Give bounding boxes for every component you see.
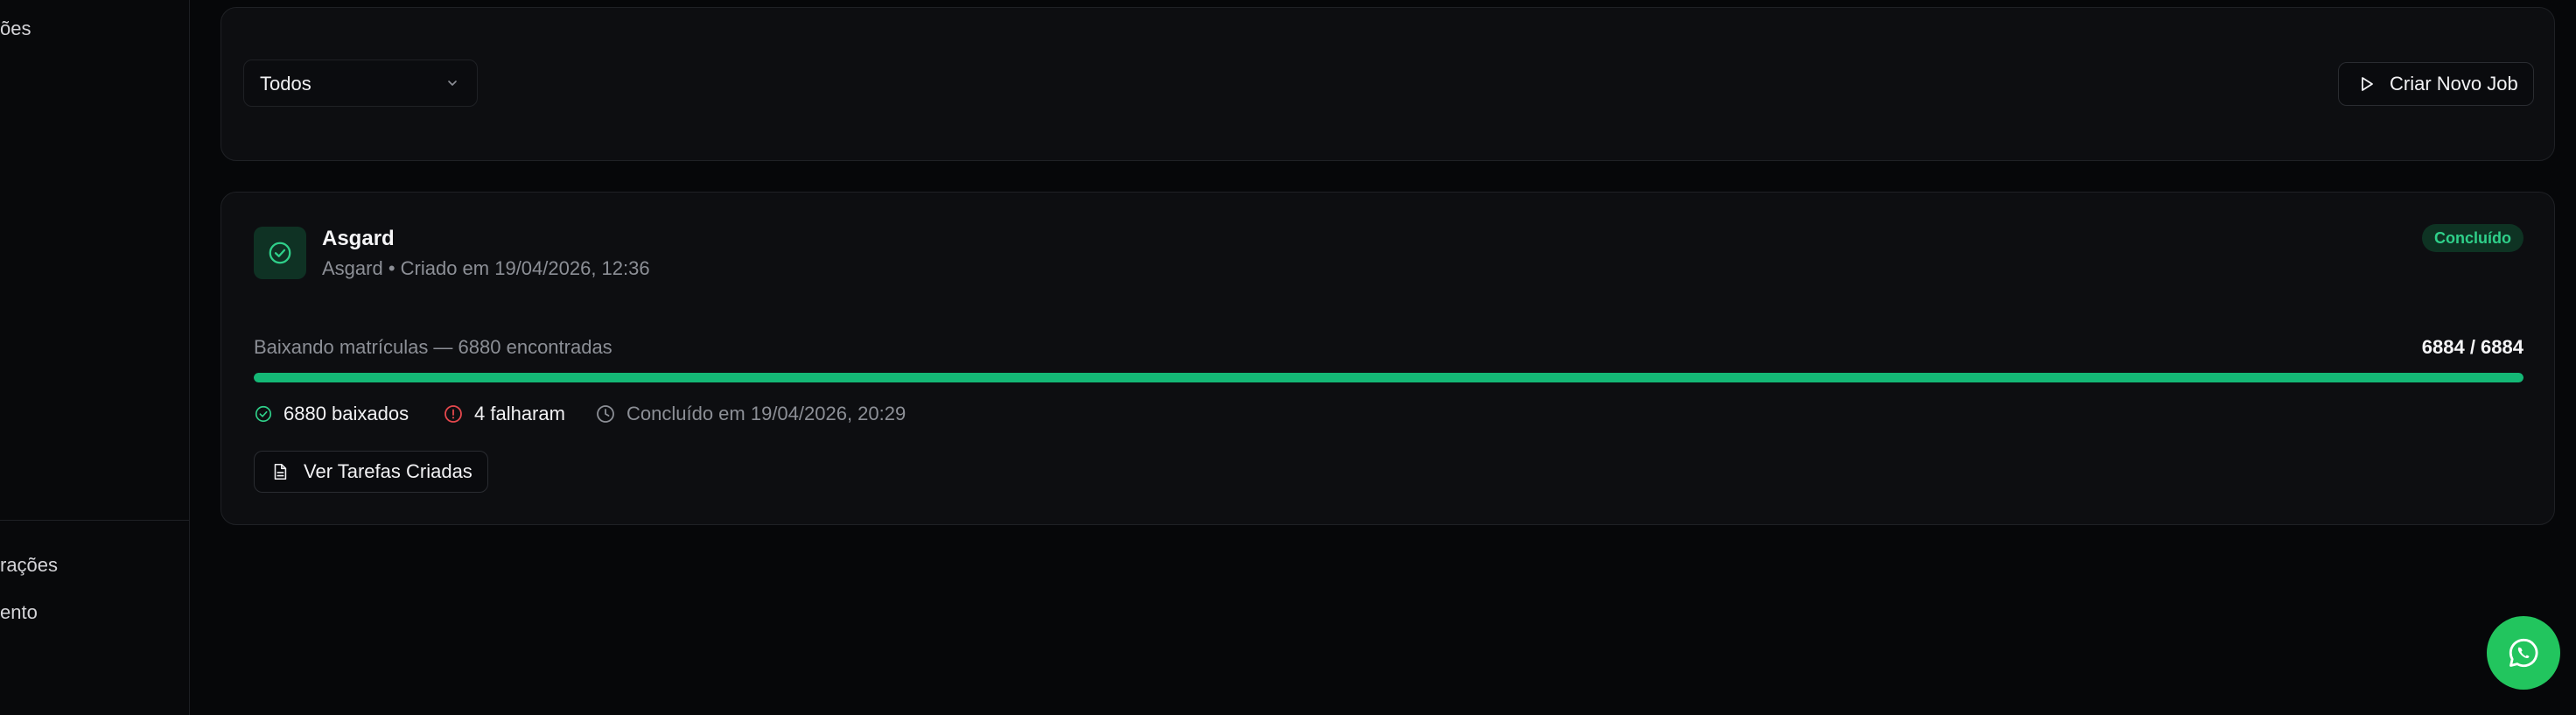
view-tasks-button[interactable]: Ver Tarefas Criadas — [254, 451, 488, 493]
stat-failed: 4 falharam — [443, 403, 565, 425]
progress-count: 6884 / 6884 — [2421, 336, 2524, 358]
chevron-down-icon — [448, 81, 457, 86]
whatsapp-button[interactable] — [2487, 616, 2560, 690]
stat-downloaded-label: 6880 baixados — [284, 403, 410, 424]
sidebar-divider — [0, 520, 189, 521]
sidebar-item-top[interactable]: ões — [0, 18, 31, 40]
status-badge: Concluído — [2422, 224, 2524, 252]
view-tasks-label: Ver Tarefas Criadas — [304, 460, 472, 482]
stat-downloaded: 6880 baixados — [254, 403, 409, 425]
stat-completed: Concluído em 19/04/2026, 20:29 — [595, 403, 906, 425]
progress-fill — [254, 373, 2524, 382]
sidebar-item-bottom[interactable]: ento — [0, 601, 38, 624]
status-filter-select[interactable]: Todos — [243, 60, 478, 107]
alert-circle-icon — [444, 405, 462, 423]
sidebar: ões rações ento — [0, 0, 190, 715]
job-meta: Asgard • Criado em 19/04/2026, 12:36 — [322, 257, 650, 279]
toolbar-card — [220, 7, 2555, 161]
progress-bar — [254, 373, 2524, 382]
file-text-icon — [274, 463, 287, 480]
stat-completed-label: Concluído em 19/04/2026, 20:29 — [626, 403, 906, 424]
whatsapp-icon — [2509, 638, 2538, 668]
stat-failed-label: 4 falharam — [474, 403, 565, 424]
check-circle-icon — [255, 405, 272, 423]
status-filter-value: Todos — [260, 73, 312, 95]
job-title: Asgard — [322, 227, 395, 250]
progress-label: Baixando matrículas — 6880 encontradas — [254, 336, 612, 358]
check-circle-icon — [269, 242, 291, 264]
play-icon — [2362, 77, 2373, 91]
clock-icon — [597, 405, 614, 423]
create-job-button[interactable]: Criar Novo Job — [2338, 62, 2534, 106]
sidebar-item-settings[interactable]: rações — [0, 554, 58, 577]
job-status-icon-box — [254, 227, 306, 279]
create-job-label: Criar Novo Job — [2390, 73, 2518, 95]
